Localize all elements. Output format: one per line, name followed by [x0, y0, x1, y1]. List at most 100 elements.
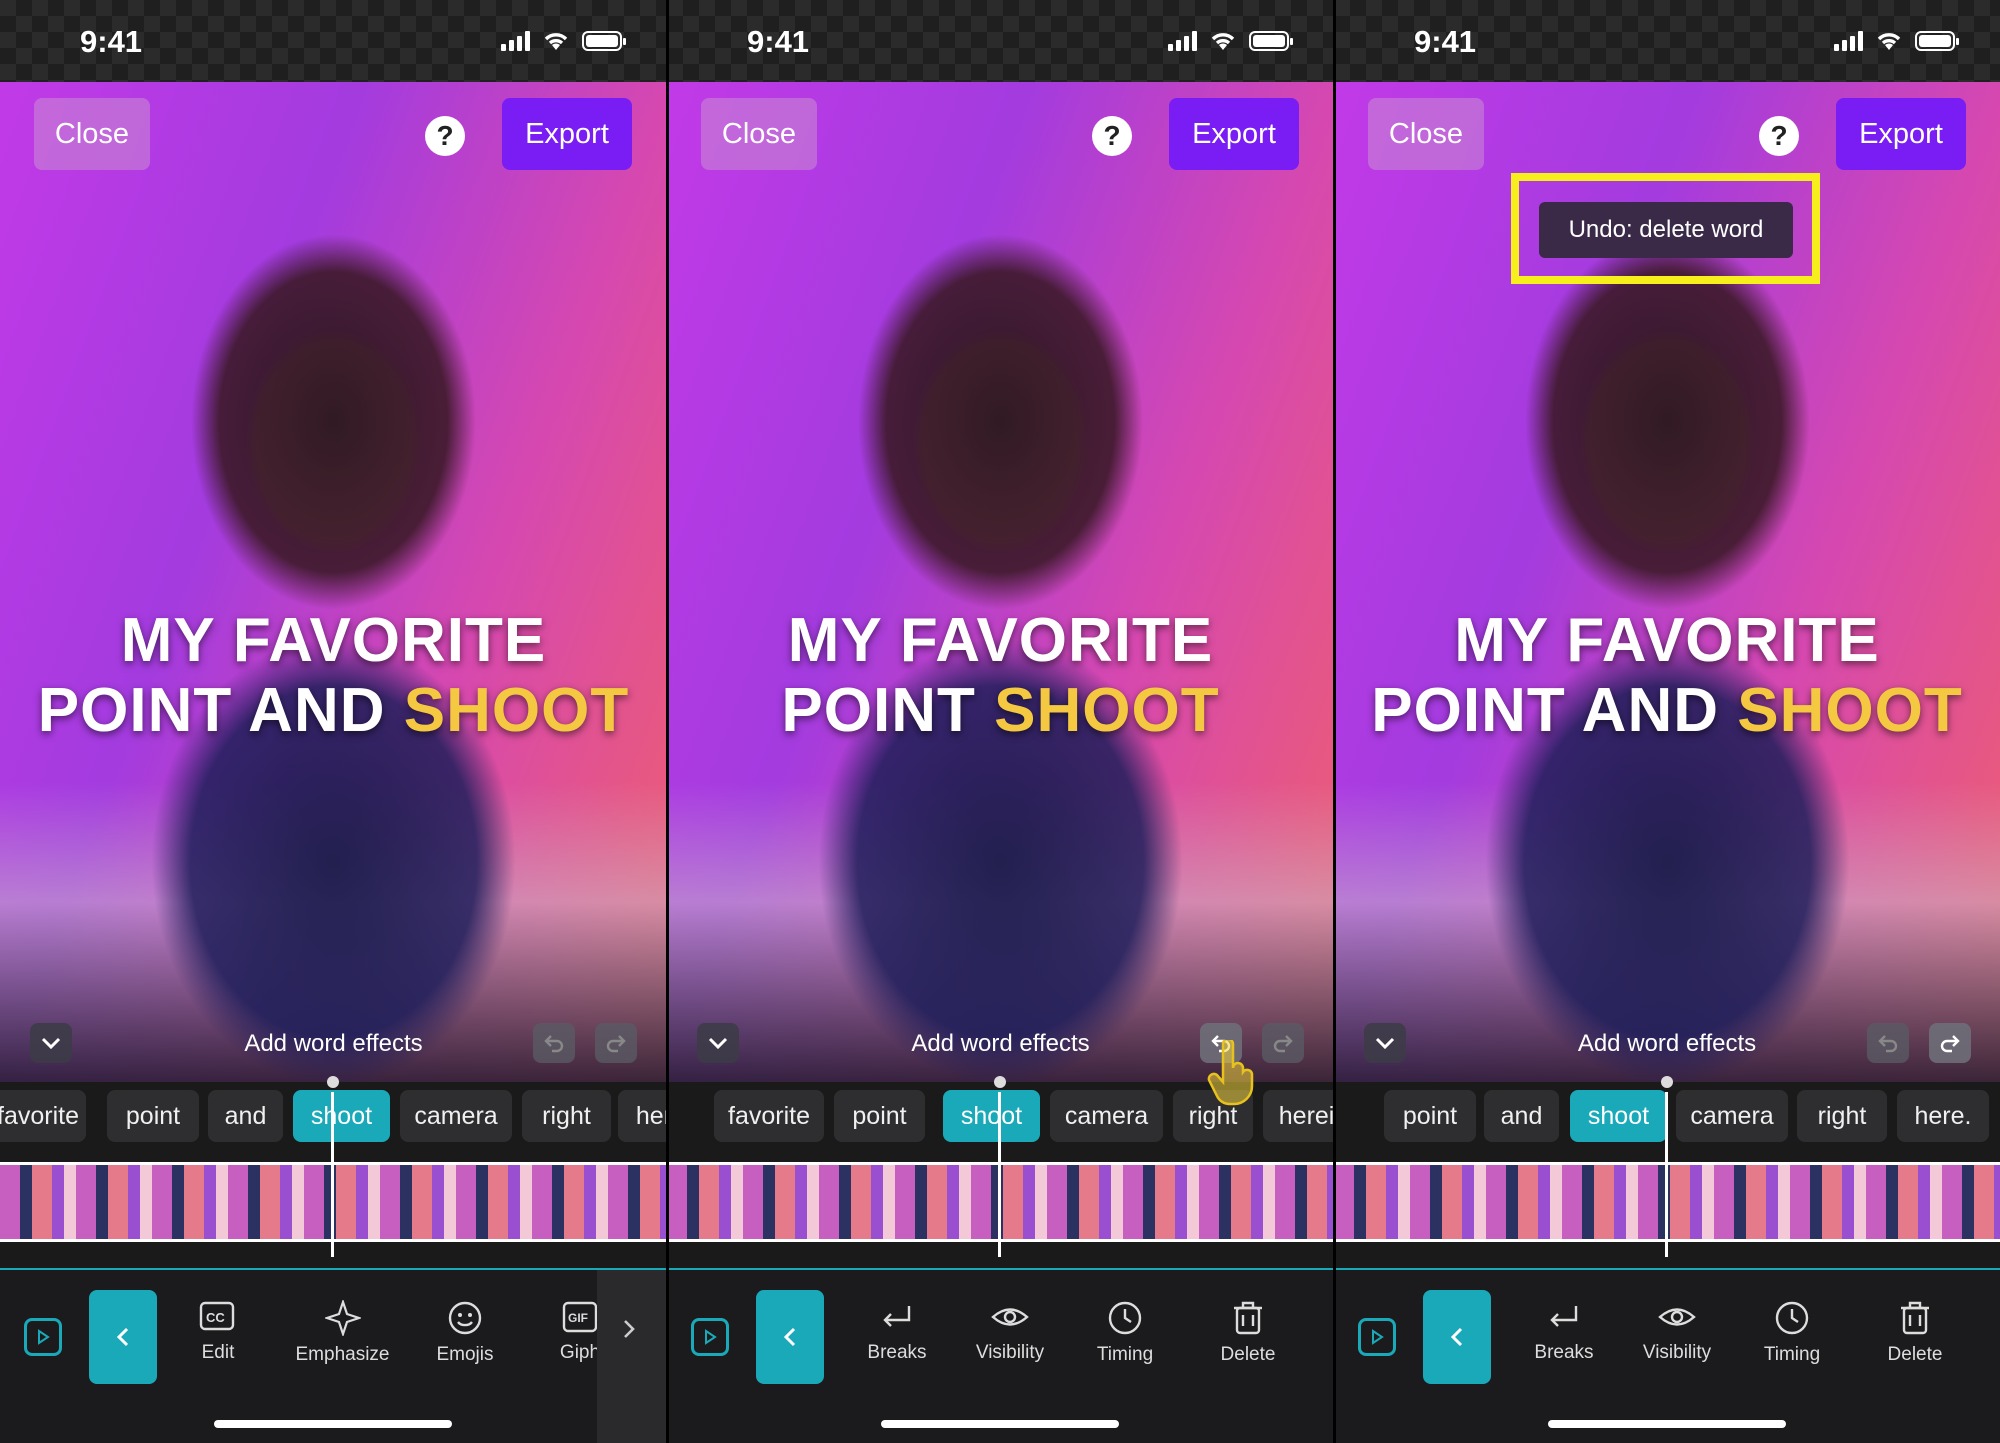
status-time: 9:41: [1414, 24, 1477, 59]
callout-highlight-box: [1511, 173, 1820, 284]
word-chip[interactable]: favorite: [0, 1090, 86, 1142]
help-icon[interactable]: ?: [1759, 116, 1799, 156]
tool-delete[interactable]: Delete: [1193, 1300, 1303, 1366]
close-button[interactable]: Close: [701, 98, 817, 170]
caption-line-1: MY FAVORITE: [1454, 606, 1880, 675]
undo-icon[interactable]: [533, 1023, 575, 1063]
word-chip[interactable]: favorite: [714, 1090, 824, 1142]
tool-label: Giph: [559, 1342, 601, 1363]
word-chip[interactable]: point: [1384, 1090, 1476, 1142]
panel-divider: [1333, 0, 1336, 1443]
caption-highlight-word: SHOOT: [994, 676, 1220, 745]
redo-icon[interactable]: [1929, 1023, 1971, 1063]
signal-icon: [1834, 31, 1863, 51]
caption-plain-text: POINT AND: [1371, 676, 1719, 745]
wifi-icon: [544, 33, 568, 50]
caption-plain-text: POINT: [781, 676, 976, 745]
tool-label: Emphasize: [295, 1344, 390, 1365]
export-button[interactable]: Export: [502, 98, 632, 170]
tool-label: Edit: [201, 1342, 235, 1363]
export-button[interactable]: Export: [1836, 98, 1966, 170]
word-chip-active[interactable]: shoot: [1570, 1090, 1667, 1142]
playhead-handle[interactable]: [327, 1076, 339, 1088]
word-chip[interactable]: camera: [1676, 1090, 1788, 1142]
return-icon: [1550, 1306, 1578, 1327]
help-icon[interactable]: ?: [425, 116, 465, 156]
word-chip[interactable]: heny: [618, 1090, 667, 1142]
tool-breaks[interactable]: Breaks: [842, 1300, 952, 1364]
battery-icon: [1249, 31, 1293, 51]
close-button[interactable]: Close: [34, 98, 150, 170]
back-chevron-icon[interactable]: [89, 1290, 157, 1384]
tool-timing[interactable]: Timing: [1737, 1300, 1847, 1366]
hand-pointer-icon: [1207, 1040, 1254, 1106]
redo-icon[interactable]: [1262, 1023, 1304, 1063]
word-chip[interactable]: point: [107, 1090, 199, 1142]
word-chip[interactable]: right: [1797, 1090, 1887, 1142]
play-icon[interactable]: [24, 1318, 62, 1356]
help-icon[interactable]: ?: [1092, 116, 1132, 156]
status-bar: 9:41: [0, 0, 667, 82]
close-button[interactable]: Close: [1368, 98, 1484, 170]
playhead-line: [331, 1092, 334, 1257]
toolbar-scroll-area: [597, 1270, 667, 1443]
battery-icon: [1915, 31, 1959, 51]
tool-label: Visibility: [975, 1342, 1045, 1363]
word-chip[interactable]: and: [208, 1090, 283, 1142]
back-chevron-icon[interactable]: [756, 1290, 824, 1384]
word-chip[interactable]: right: [522, 1090, 611, 1142]
word-chip[interactable]: camera: [400, 1090, 512, 1142]
tool-label: Delete: [1887, 1344, 1943, 1365]
tool-label: Emojis: [436, 1344, 494, 1365]
wifi-icon: [1877, 33, 1901, 50]
play-icon[interactable]: [691, 1318, 729, 1356]
tool-timing[interactable]: Timing: [1070, 1300, 1180, 1366]
video-preview[interactable]: [0, 82, 667, 1082]
tool-emphasize[interactable]: Emphasize: [285, 1300, 400, 1366]
clock-icon: [1108, 1301, 1142, 1335]
smile-icon: [448, 1301, 482, 1335]
tool-label: Visibility: [1642, 1342, 1712, 1363]
home-indicator: [214, 1420, 452, 1428]
playhead-line: [1665, 1092, 1668, 1257]
eye-icon: [991, 1308, 1029, 1326]
status-bar: 9:41: [1334, 0, 2000, 82]
word-chip[interactable]: camera: [1050, 1090, 1163, 1142]
word-chip[interactable]: here.: [1897, 1090, 1989, 1142]
word-chip[interactable]: and: [1484, 1090, 1559, 1142]
word-chip-active[interactable]: shoot: [293, 1090, 390, 1142]
tool-breaks[interactable]: Breaks: [1509, 1300, 1619, 1364]
playhead-line: [998, 1092, 1001, 1257]
cc-edit-icon: CC: [199, 1301, 235, 1331]
caption-highlight-word: SHOOT: [403, 676, 630, 745]
tool-label: Breaks: [867, 1342, 927, 1363]
tool-edit[interactable]: CC Edit: [163, 1300, 273, 1364]
trash-icon: [1234, 1301, 1262, 1335]
gif-icon: GIF: [562, 1301, 598, 1333]
back-chevron-icon[interactable]: [1423, 1290, 1491, 1384]
tool-delete[interactable]: Delete: [1860, 1300, 1970, 1366]
undo-icon[interactable]: [1867, 1023, 1909, 1063]
sparkle-icon: [324, 1300, 361, 1336]
phone-screen-2: 9:41 Close ? Export MY FAVORITE POINT SH…: [667, 0, 1334, 1443]
tool-visibility[interactable]: Visibility: [1622, 1300, 1732, 1364]
redo-icon[interactable]: [595, 1023, 637, 1063]
word-chip-active[interactable]: shoot: [943, 1090, 1040, 1142]
tool-label: Delete: [1220, 1344, 1276, 1365]
caption-line-2: POINT AND SHOOT: [0, 675, 667, 746]
panel-divider: [666, 0, 669, 1443]
export-button[interactable]: Export: [1169, 98, 1299, 170]
chevron-right-icon[interactable]: [622, 1318, 636, 1345]
word-chip[interactable]: point: [834, 1090, 925, 1142]
home-indicator: [1548, 1420, 1786, 1428]
video-preview[interactable]: [667, 82, 1334, 1082]
tool-label: Timing: [1096, 1344, 1154, 1365]
playhead-handle[interactable]: [1661, 1076, 1673, 1088]
tool-visibility[interactable]: Visibility: [955, 1300, 1065, 1364]
playhead-handle[interactable]: [994, 1076, 1006, 1088]
word-chip[interactable]: hereite: [1263, 1090, 1334, 1142]
three-panel-screenshot: 9:41 Close ? Export MY FAVORITE POINT AN…: [0, 0, 2000, 1443]
tool-emojis[interactable]: Emojis: [410, 1300, 520, 1366]
play-icon[interactable]: [1358, 1318, 1396, 1356]
caption-line-1: MY FAVORITE: [120, 606, 547, 675]
